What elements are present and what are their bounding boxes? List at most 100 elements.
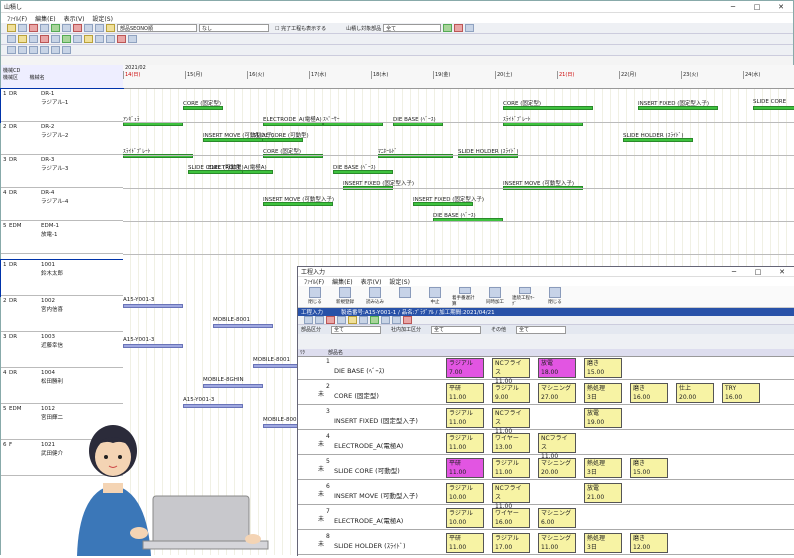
tool-icon[interactable] bbox=[84, 35, 93, 43]
part-row[interactable]: 5 未 SLIDE CORE (可動型) 平研 11.00 ラジアル 11.00 マシニング 2… bbox=[298, 457, 794, 480]
tool-icon[interactable] bbox=[18, 46, 27, 54]
process-step[interactable]: NCフライス 11.00 bbox=[492, 358, 530, 385]
close-icon[interactable]: ✕ bbox=[770, 268, 794, 276]
process-step[interactable]: ワイヤー 16.00 bbox=[492, 508, 530, 528]
toolbar-button[interactable] bbox=[392, 286, 418, 307]
tool-icon[interactable] bbox=[304, 316, 313, 324]
part-row[interactable]: 7 未 ELECTRODE_A(電極A) ラジアル 10.00 ワイヤー 16.00 マシニン… bbox=[298, 507, 794, 530]
part-row[interactable]: 3 INSERT FIXED (固定型入子) ラジアル 11.00 NCフライス 11.0… bbox=[298, 407, 794, 435]
part-row[interactable]: 4 未 ELECTRODE_A(電極A) ラジアル 11.00 ワイヤー 13.00 NCフラ… bbox=[298, 432, 794, 460]
tool-icon[interactable] bbox=[465, 24, 475, 32]
process-step[interactable]: ラジアル 11.00 bbox=[446, 433, 484, 453]
process-step[interactable]: 熱処理 3日 bbox=[584, 458, 622, 478]
schedule-bar[interactable] bbox=[413, 202, 473, 206]
tool-icon[interactable] bbox=[18, 24, 27, 32]
tool-icon[interactable] bbox=[62, 46, 71, 54]
toolbar-button[interactable]: 閉じる bbox=[542, 286, 568, 307]
tool-icon[interactable] bbox=[381, 316, 390, 324]
minimize-icon[interactable]: ─ bbox=[721, 3, 745, 11]
process-step[interactable]: 仕上 20.00 bbox=[676, 383, 714, 403]
process-step[interactable]: 磨き 15.00 bbox=[584, 358, 622, 378]
tool-icon[interactable] bbox=[7, 46, 16, 54]
process-step[interactable]: ラジアル 10.00 bbox=[446, 483, 484, 503]
tool-icon[interactable] bbox=[348, 316, 357, 324]
schedule-bar[interactable] bbox=[188, 170, 243, 174]
process-step[interactable]: 熱処理 3日 bbox=[584, 383, 622, 403]
tool-icon[interactable] bbox=[443, 24, 453, 32]
process-step[interactable]: マシニング 27.00 bbox=[538, 383, 576, 403]
toolbar-button[interactable]: 中止 bbox=[422, 286, 448, 307]
part-row[interactable]: 2 未 CORE (固定型) 平研 11.00 ラジアル 9.00 マシニング 27.00 熱処理… bbox=[298, 382, 794, 405]
load-bar[interactable] bbox=[213, 324, 273, 328]
load-bar[interactable] bbox=[183, 404, 243, 408]
maximize-icon[interactable]: □ bbox=[746, 268, 770, 276]
menu-view[interactable]: 表示(V) bbox=[64, 14, 85, 23]
tool-icon[interactable] bbox=[40, 46, 49, 54]
process-step[interactable]: NCフライス 11.00 bbox=[492, 483, 530, 510]
process-step[interactable]: 平研 11.00 bbox=[446, 458, 484, 478]
tool-icon[interactable] bbox=[95, 24, 104, 32]
process-step[interactable]: 磨き 16.00 bbox=[630, 383, 668, 403]
process-step[interactable]: 熱処理 3日 bbox=[584, 533, 622, 553]
tool-icon[interactable] bbox=[326, 316, 335, 324]
sub-menu-file[interactable]: ﾌｧｲﾙ(F) bbox=[304, 277, 324, 286]
menu-settings[interactable]: 設定(S) bbox=[92, 14, 113, 23]
tool-icon[interactable] bbox=[128, 35, 137, 43]
process-step[interactable]: ラジアル 9.00 bbox=[492, 383, 530, 403]
tool-icon[interactable] bbox=[106, 24, 115, 32]
load-bar[interactable] bbox=[203, 384, 263, 388]
sort-select[interactable]: 部品SEONO順 bbox=[117, 24, 197, 32]
process-step[interactable]: マシニング 20.00 bbox=[538, 458, 576, 478]
toolbar-button[interactable]: 着手番遅計算 bbox=[452, 286, 478, 307]
part-select[interactable]: 全て bbox=[331, 325, 382, 334]
tool-icon[interactable] bbox=[73, 35, 82, 43]
maximize-icon[interactable]: □ bbox=[745, 3, 769, 11]
tool-icon[interactable] bbox=[95, 35, 104, 43]
schedule-bar[interactable] bbox=[638, 106, 718, 110]
sub-select[interactable]: なし bbox=[199, 24, 269, 32]
minimize-icon[interactable]: ─ bbox=[722, 268, 746, 276]
schedule-bar[interactable] bbox=[503, 106, 593, 110]
process-step[interactable]: 平研 11.00 bbox=[446, 383, 484, 403]
load-bar[interactable] bbox=[123, 304, 183, 308]
tool-icon[interactable] bbox=[62, 35, 71, 43]
process-step[interactable]: 放電 19.00 bbox=[584, 408, 622, 428]
process-step[interactable]: マシニング 6.00 bbox=[538, 508, 576, 528]
toolbar-button[interactable]: 連続工程ﾏｰｸﾞ bbox=[512, 286, 538, 307]
toolbar-button[interactable]: 閉じる bbox=[302, 286, 328, 307]
schedule-bar[interactable] bbox=[753, 106, 794, 110]
machine-row[interactable]: 4 DR DR-4 ラジアル-4 bbox=[1, 188, 123, 221]
tool-icon[interactable] bbox=[29, 46, 38, 54]
process-step[interactable]: ラジアル 11.00 bbox=[492, 458, 530, 478]
tool-icon[interactable] bbox=[337, 316, 346, 324]
machine-row[interactable]: 3 DR DR-3 ラジアル-3 bbox=[1, 155, 123, 188]
machine-row[interactable]: 2 DR DR-2 ラジアル-2 bbox=[1, 122, 123, 155]
tool-icon[interactable] bbox=[106, 35, 115, 43]
tool-icon[interactable] bbox=[359, 316, 368, 324]
process-step[interactable]: ラジアル 11.00 bbox=[446, 408, 484, 428]
tool-icon[interactable] bbox=[29, 35, 38, 43]
tool-icon[interactable] bbox=[29, 24, 38, 32]
tool-icon[interactable] bbox=[62, 24, 71, 32]
tool-icon[interactable] bbox=[403, 316, 412, 324]
schedule-bar[interactable] bbox=[333, 170, 393, 174]
load-bar[interactable] bbox=[123, 344, 183, 348]
filter-select[interactable]: 全て bbox=[383, 24, 442, 32]
tool-icon[interactable] bbox=[454, 24, 464, 32]
tool-icon[interactable] bbox=[51, 35, 60, 43]
menu-edit[interactable]: 編集(E) bbox=[35, 14, 55, 23]
tool-icon[interactable] bbox=[18, 35, 27, 43]
toolbar-button[interactable]: 新規登録 bbox=[332, 286, 358, 307]
process-step[interactable]: NCフライス 11.00 bbox=[538, 433, 576, 460]
schedule-bar[interactable] bbox=[183, 106, 223, 110]
toolbar-button[interactable]: 同時加工 bbox=[482, 286, 508, 307]
machine-row[interactable]: 1 DR DR-1 ラジアル-1 bbox=[0, 88, 124, 123]
sub-menu-view[interactable]: 表示(V) bbox=[361, 277, 382, 286]
process-step[interactable]: ラジアル 7.00 bbox=[446, 358, 484, 378]
machine-row[interactable]: 5 EDM EDM-1 放電-1 bbox=[1, 221, 123, 254]
tool-icon[interactable] bbox=[117, 35, 126, 43]
worker-row[interactable]: 3 DR 1003 近藤幸信 bbox=[1, 332, 123, 368]
tool-icon[interactable] bbox=[51, 24, 60, 32]
process-step[interactable]: 磨き 15.00 bbox=[630, 458, 668, 478]
part-row[interactable]: 8 未 SLIDE HOLDER (ｽﾗｲﾄﾞ) 平研 11.00 ラジアル 17.00 マシ… bbox=[298, 532, 794, 555]
